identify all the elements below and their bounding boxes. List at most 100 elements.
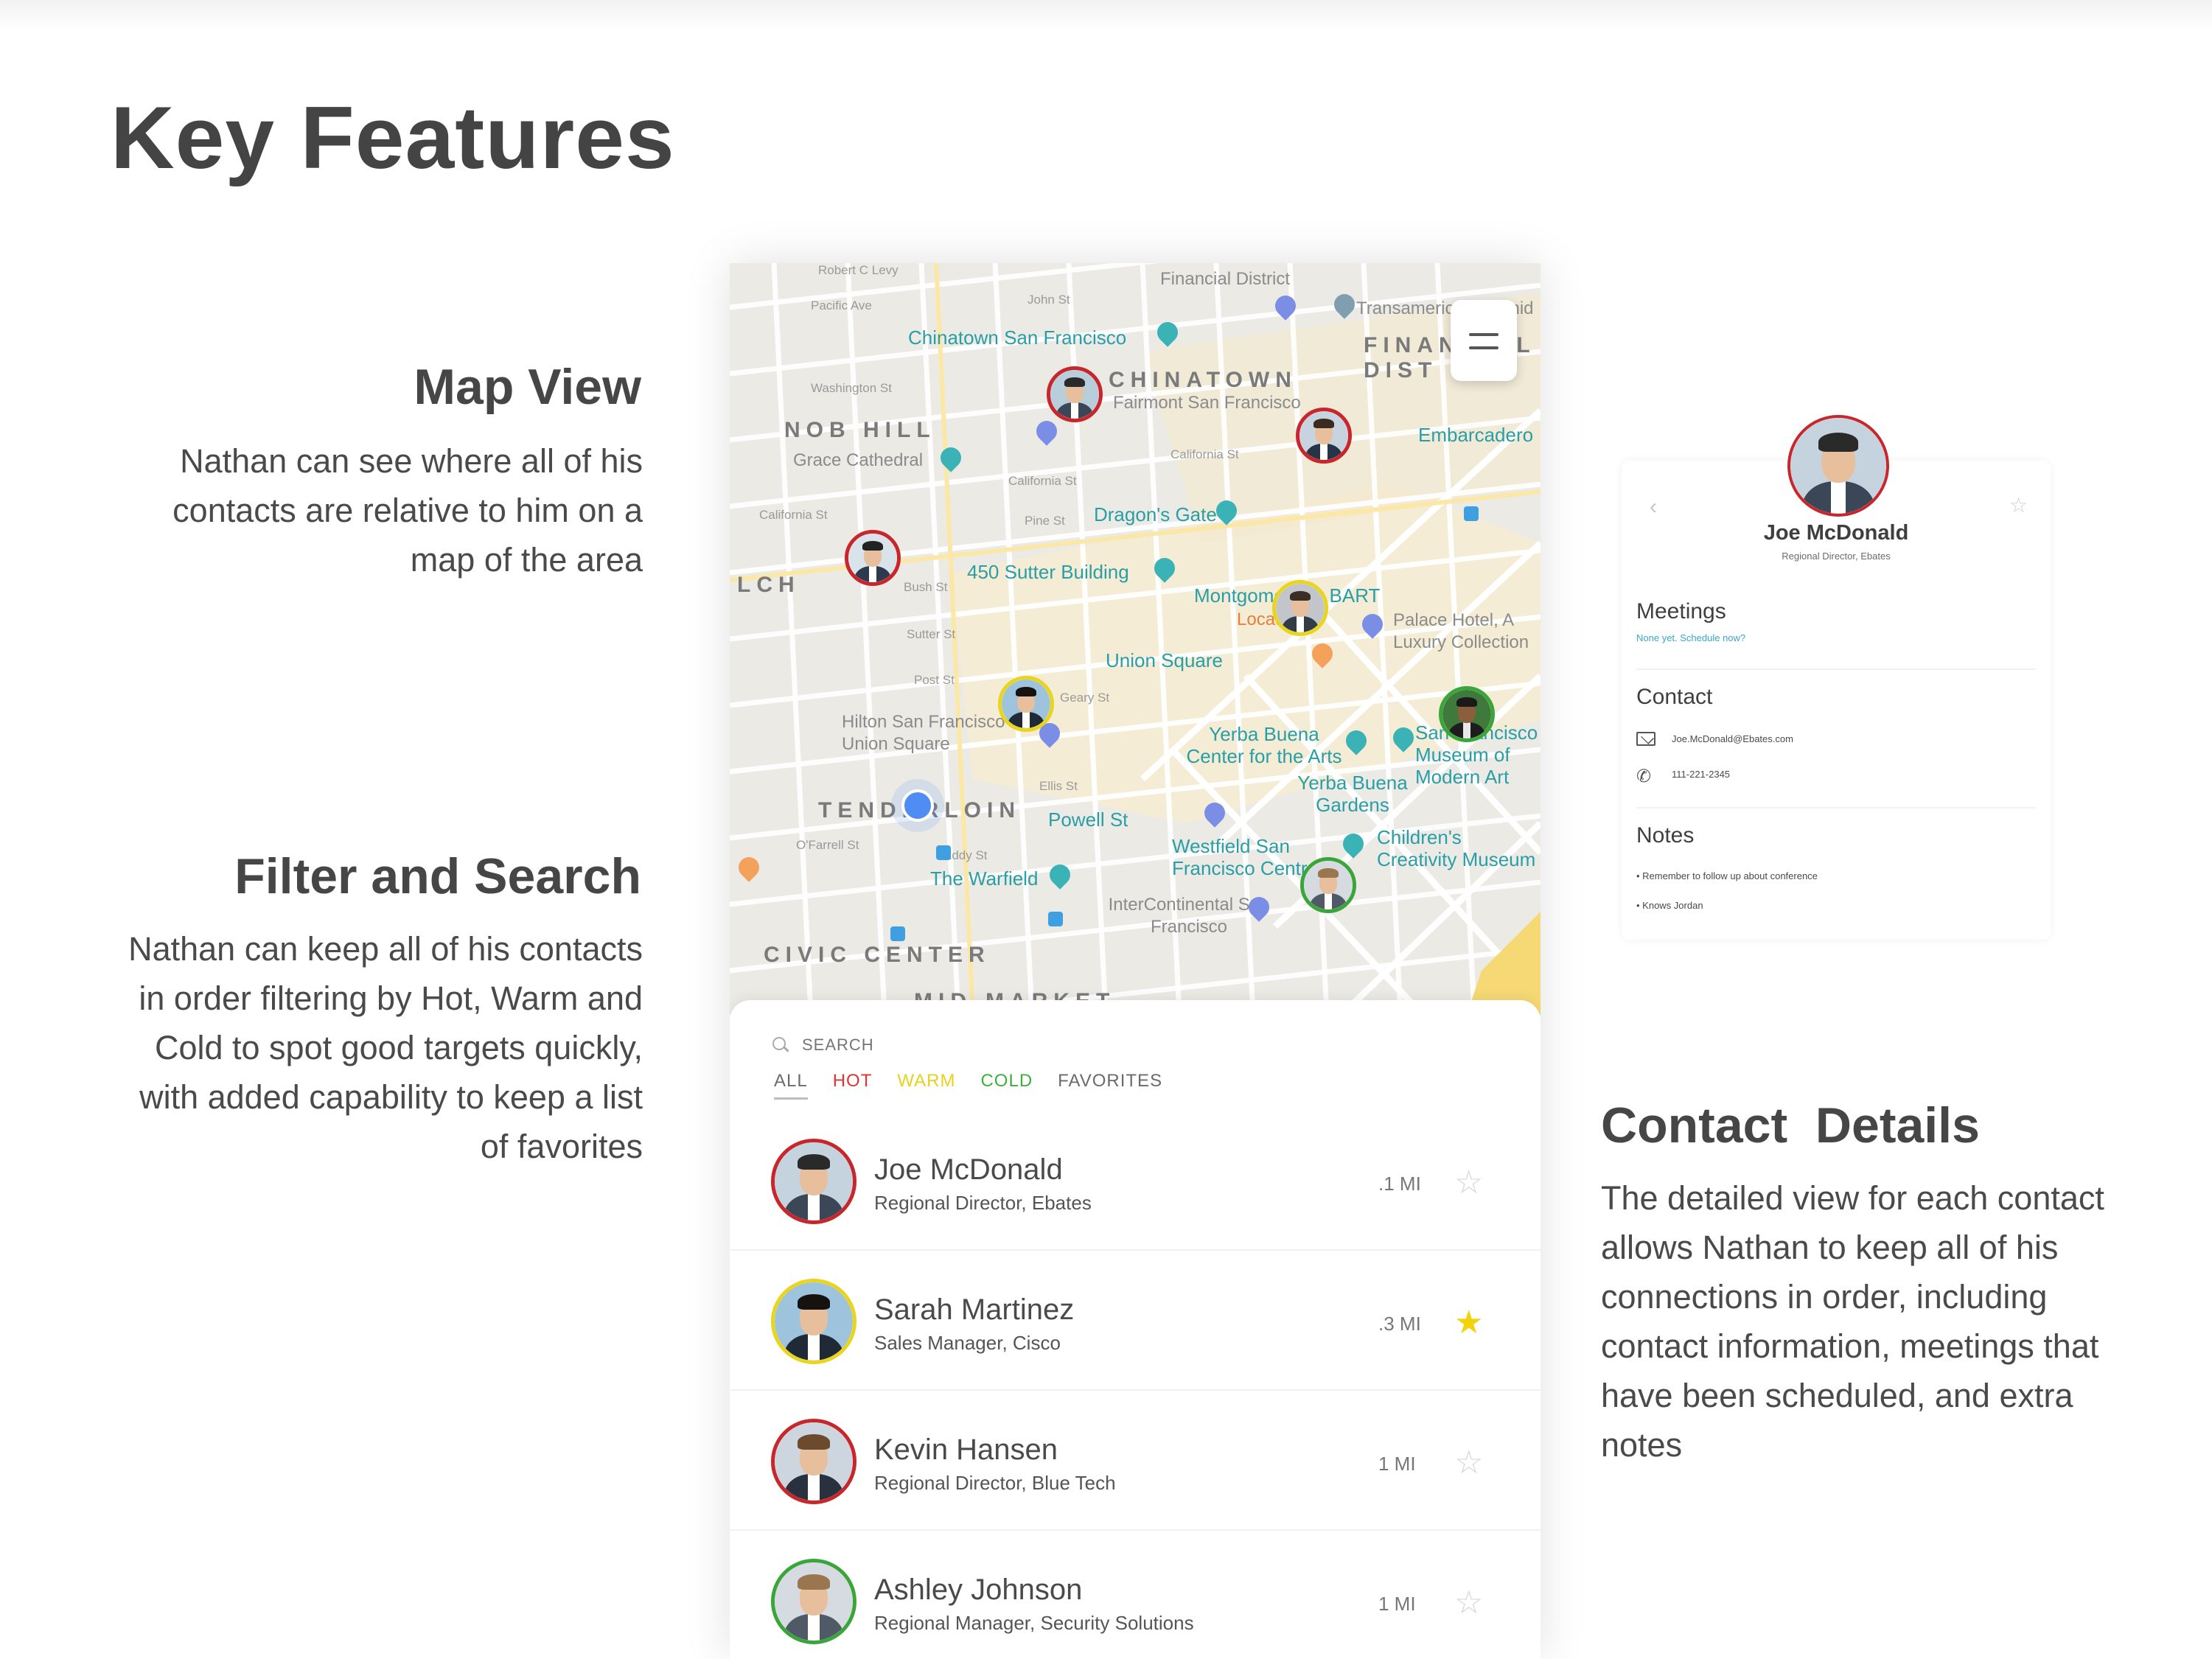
contact-name: Sarah Martinez (874, 1293, 1075, 1326)
contact-row[interactable]: Kevin Hansen Regional Director, Blue Tec… (730, 1391, 1541, 1531)
page-title: Key Features (111, 88, 675, 187)
contact-distance: 1 MI (1378, 1593, 1416, 1615)
map-street-label: Bush St (904, 580, 948, 594)
map-street-label: California St (1170, 447, 1239, 461)
map-contact-pin-cold[interactable] (1439, 686, 1495, 742)
desc-line: The detailed view for each contact (1601, 1179, 2104, 1217)
filter-tab-hot[interactable]: HOT (833, 1071, 873, 1100)
map-place-label: Fairmont San Francisco (1113, 393, 1301, 413)
star-icon[interactable]: ☆ (1454, 1584, 1483, 1621)
menu-icon (1469, 333, 1498, 336)
map-place-label: The Warfield (930, 867, 1039, 890)
filter-search-description: Nathan can keep all of his contacts in o… (81, 924, 643, 1171)
map-contact-pin-hot[interactable] (845, 530, 901, 586)
schedule-meeting-link[interactable]: None yet. Schedule now? (1636, 632, 1745, 643)
map-street-label: Washington St (811, 381, 892, 395)
desc-line: Nathan can see where all of his (180, 442, 643, 480)
transit-icon (1464, 506, 1479, 521)
contact-row[interactable]: Sarah Martinez Sales Manager, Cisco .3 M… (730, 1251, 1541, 1391)
map-street-label: Post St (914, 673, 955, 687)
map-street-label: John St (1028, 293, 1070, 307)
map-place-label: Westfield San Francisco Centre (1172, 835, 1318, 879)
map-place-label: 450 Sutter Building (967, 561, 1129, 583)
star-icon[interactable]: ☆ (1454, 1164, 1483, 1201)
contact-name: Kevin Hansen (874, 1433, 1058, 1466)
contact-heading: Contact (1636, 685, 1713, 709)
filter-search-title: Filter and Search (234, 848, 641, 904)
map-street-label: Sutter St (907, 627, 956, 641)
search-icon (772, 1037, 789, 1053)
contacts-panel: ALL HOT WARM COLD FAVORITES Joe McDonald… (730, 1000, 1541, 1659)
map-view-title: Map View (414, 359, 641, 415)
back-chevron-icon[interactable]: ‹ (1650, 495, 1657, 520)
contact-distance: .1 MI (1378, 1173, 1421, 1195)
map-place-label: Grace Cathedral (793, 450, 924, 470)
desc-line: Cold to spot good targets quickly, (154, 1029, 643, 1066)
map-street-label: Geary St (1060, 691, 1110, 705)
menu-icon (1469, 346, 1498, 349)
meetings-heading: Meetings (1636, 599, 1726, 624)
details-email[interactable]: Joe.McDonald@Ebates.com (1672, 733, 1793, 744)
divider (1636, 807, 2036, 808)
desc-line: with added capability to keep a list (139, 1078, 643, 1116)
divider (1636, 668, 2036, 670)
contact-distance: .3 MI (1378, 1313, 1421, 1335)
filter-tab-favorites[interactable]: FAVORITES (1058, 1071, 1162, 1100)
map-contact-pin-warm[interactable] (1272, 580, 1328, 636)
map-place-label: Financial District (1160, 269, 1291, 289)
map-contact-pin-hot[interactable] (1047, 366, 1103, 422)
map-contact-pin-hot[interactable] (1296, 408, 1352, 464)
map-contact-pin-cold[interactable] (1300, 857, 1356, 913)
map-street-label: California St (1008, 474, 1077, 488)
map-district-label: CHINATOWN (1109, 368, 1297, 392)
map-district-label: LCH (737, 573, 800, 597)
email-icon (1636, 732, 1655, 746)
desc-line: connections in order, including (1601, 1278, 2048, 1316)
map-place-label: Dragon's Gate (1094, 503, 1217, 525)
filter-tab-all[interactable]: ALL (774, 1071, 808, 1100)
desc-line: of favorites (480, 1128, 643, 1165)
desc-line: Nathan can keep all of his contacts (128, 930, 643, 968)
map-contact-pin-warm[interactable] (998, 676, 1054, 732)
map-place-label: Yerba Buena Gardens (1297, 772, 1408, 816)
desc-line: allows Nathan to keep all of his (1601, 1229, 2059, 1266)
contact-distance: 1 MI (1378, 1453, 1416, 1475)
top-shade (0, 0, 2212, 29)
star-icon[interactable]: ☆ (1454, 1444, 1483, 1481)
map-view-description: Nathan can see where all of his contacts… (118, 436, 643, 584)
search-bar[interactable] (772, 1034, 1097, 1056)
note-item: • Remember to follow up about conference (1636, 870, 1818, 881)
transit-icon (890, 926, 905, 941)
avatar (771, 1559, 856, 1644)
desc-line: have been scheduled, and extra (1601, 1377, 2073, 1414)
map-place-label: Children's Creativity Museum (1377, 826, 1536, 870)
star-icon[interactable]: ☆ (2009, 493, 2028, 517)
star-icon[interactable]: ★ (1454, 1304, 1483, 1341)
filter-tab-cold[interactable]: COLD (980, 1071, 1033, 1100)
filter-tabs: ALL HOT WARM COLD FAVORITES (774, 1071, 1162, 1100)
desc-line: contact information, meetings that (1601, 1327, 2099, 1365)
transit-icon (936, 845, 951, 860)
desc-line: in order filtering by Hot, Warm and (139, 979, 643, 1017)
details-phone[interactable]: 111-221-2345 (1672, 769, 1730, 780)
map-street-label: Pine St (1025, 514, 1065, 528)
details-name: Joe McDonald (1763, 521, 1909, 545)
desc-line: contacts are relative to him on a (172, 492, 643, 529)
filter-tab-warm[interactable]: WARM (897, 1071, 955, 1100)
phone-icon: ✆ (1636, 766, 1652, 786)
contact-role: Regional Director, Blue Tech (874, 1472, 1116, 1494)
map-street-label: California St (759, 508, 828, 522)
map-place-label: Palace Hotel, A Luxury Collection (1393, 610, 1529, 652)
contact-details-description: The detailed view for each contact allow… (1601, 1173, 2176, 1470)
contact-role: Sales Manager, Cisco (874, 1332, 1061, 1354)
map-place-label: Union Square (1106, 649, 1223, 671)
menu-button[interactable] (1451, 300, 1517, 381)
map-view[interactable]: CHINATOWN NOB HILL FINANCIAL DIST LCH TE… (730, 263, 1541, 1015)
contact-name: Ashley Johnson (874, 1574, 1083, 1606)
note-text: Knows Jordan (1642, 900, 1703, 911)
contact-row[interactable]: Joe McDonald Regional Director, Ebates .… (730, 1111, 1541, 1251)
desc-line: map of the area (410, 541, 643, 579)
avatar (1787, 415, 1889, 517)
contact-row[interactable]: Ashley Johnson Regional Manager, Securit… (730, 1531, 1541, 1659)
search-input[interactable] (802, 1035, 1097, 1055)
